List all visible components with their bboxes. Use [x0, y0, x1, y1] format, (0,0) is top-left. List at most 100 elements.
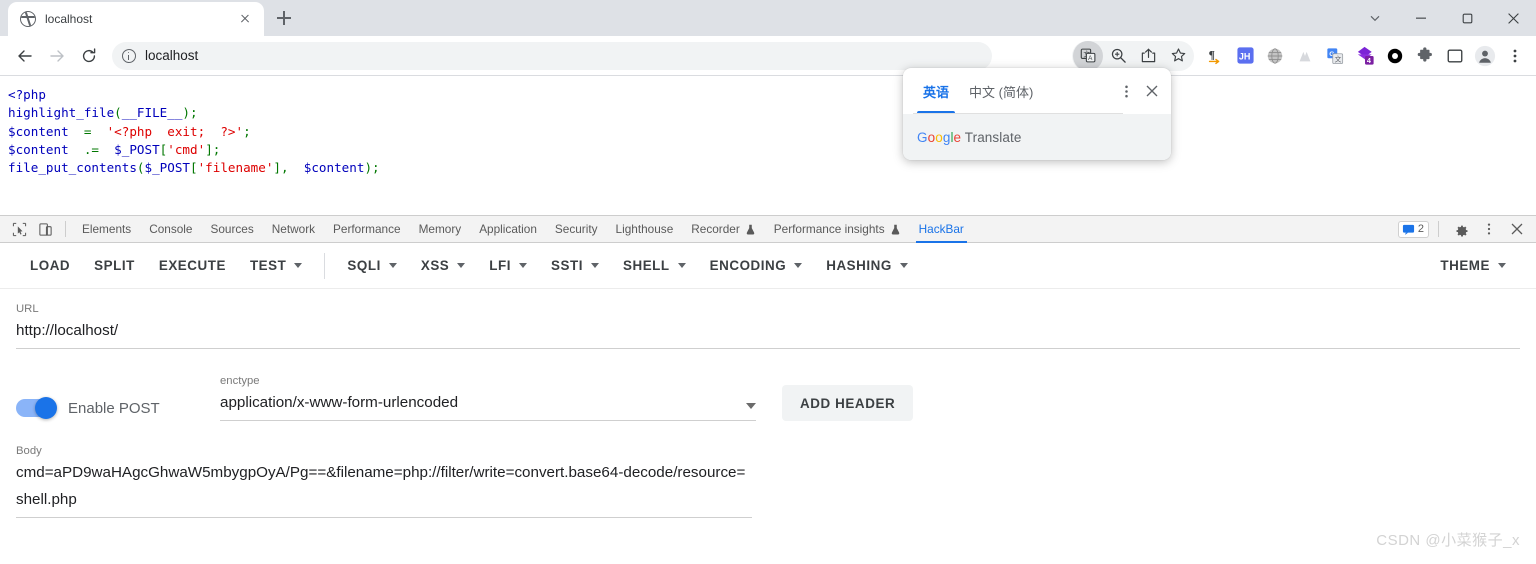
side-panel-icon[interactable]: [1440, 41, 1470, 71]
php-token: $content: [8, 123, 69, 139]
maximize-icon[interactable]: [1444, 0, 1490, 36]
hackbar-theme-button[interactable]: THEME: [1428, 249, 1518, 283]
share-icon[interactable]: [1133, 41, 1163, 71]
hackbar-ssti-button[interactable]: SSTI: [539, 249, 611, 283]
toolbar-divider: [65, 221, 66, 237]
devtools-tab-recorder[interactable]: Recorder: [682, 216, 765, 243]
site-info-icon[interactable]: [122, 48, 136, 63]
hackbar-sqli-button[interactable]: SQLI: [335, 249, 408, 283]
translate-tab-english[interactable]: 英语: [913, 68, 959, 114]
hackbar-split-button[interactable]: SPLIT: [82, 249, 147, 283]
translate-close-icon[interactable]: [1139, 78, 1165, 104]
php-token: (: [114, 105, 122, 121]
hackbar-form: URL http://localhost/ Enable POST enctyp…: [0, 289, 1536, 518]
php-token: <?php: [8, 87, 46, 102]
hackbar-encoding-button[interactable]: ENCODING: [698, 249, 815, 283]
toggle-knob: [35, 397, 57, 419]
profile-avatar-icon[interactable]: [1470, 41, 1500, 71]
extension-mountain-icon[interactable]: [1290, 41, 1320, 71]
enctype-select[interactable]: application/x-www-form-urlencoded: [220, 389, 756, 421]
extension-globe-gray-icon[interactable]: [1260, 41, 1290, 71]
extensions-puzzle-icon[interactable]: [1410, 41, 1440, 71]
url-input[interactable]: http://localhost/: [16, 317, 1520, 349]
devtools-tab-sources[interactable]: Sources: [201, 216, 262, 243]
tab-search-icon[interactable]: [1352, 0, 1398, 36]
hackbar-button-label: HASHING: [826, 258, 892, 273]
translate-icon[interactable]: 文 A: [1073, 40, 1103, 71]
minimize-icon[interactable]: [1398, 0, 1444, 36]
enable-post-toggle[interactable]: [16, 397, 57, 419]
devtools-tab-memory[interactable]: Memory: [410, 216, 471, 243]
hackbar-test-button[interactable]: TEST: [238, 249, 314, 283]
php-token: ): [364, 160, 373, 176]
webpage-content: <?php highlight_file(__FILE__); $content =…: [0, 76, 1536, 215]
bookmark-star-icon[interactable]: [1163, 41, 1193, 71]
window-close-icon[interactable]: [1490, 0, 1536, 36]
extension-purple-diamond-icon[interactable]: 4: [1350, 41, 1380, 71]
devtools-tab-label: Sources: [210, 222, 254, 236]
php-source-line: $content = '<?php exit; ?>';: [8, 123, 1536, 141]
hackbar-button-label: LOAD: [30, 258, 71, 273]
extension-translate-blue-icon[interactable]: G 文: [1320, 41, 1350, 71]
devtools-right-controls: 2: [1397, 216, 1536, 242]
devtools-tab-security[interactable]: Security: [546, 216, 607, 243]
devtools-tab-label: Network: [271, 222, 316, 236]
devtools-tab-application[interactable]: Application: [470, 216, 546, 243]
hackbar-hashing-button[interactable]: HASHING: [814, 249, 920, 283]
zoom-icon[interactable]: [1103, 41, 1133, 71]
hackbar-lfi-button[interactable]: LFI: [477, 249, 539, 283]
php-token: ;: [243, 123, 251, 139]
php-token: $_POST: [144, 160, 191, 176]
message-count-badge[interactable]: 2: [1397, 220, 1429, 238]
devtools-tab-hackbar[interactable]: HackBar: [910, 216, 973, 243]
devtools-tab-lighthouse[interactable]: Lighthouse: [607, 216, 683, 243]
php-token: file_put_contents: [8, 160, 137, 176]
toolbar-icons: 文 A ¶ JH: [1072, 40, 1530, 71]
hackbar-load-button[interactable]: LOAD: [18, 249, 82, 283]
add-header-button[interactable]: ADD HEADER: [782, 385, 914, 421]
hackbar-button-label: TEST: [249, 258, 287, 273]
body-input[interactable]: cmd=aPD9waHAgcGhwaW5mbygpOyA/Pg==&filena…: [16, 459, 752, 518]
php-token: 'filename': [197, 160, 274, 176]
hackbar-button-label: SSTI: [551, 258, 583, 273]
devtools-tab-network[interactable]: Network: [263, 216, 324, 243]
devtools-tab-performance-insights[interactable]: Performance insights: [765, 216, 910, 243]
extension-paragraph-icon[interactable]: ¶: [1200, 41, 1230, 71]
device-toolbar-icon[interactable]: [32, 216, 58, 242]
devtools-kebab-menu-icon[interactable]: [1476, 216, 1502, 242]
address-bar[interactable]: localhost: [112, 41, 992, 70]
experiment-flask-icon: [745, 224, 756, 235]
devtools-tab-console[interactable]: Console: [140, 216, 201, 243]
devtools-tab-elements[interactable]: Elements: [73, 216, 140, 243]
chevron-down-icon: [794, 263, 803, 268]
tab-close-icon[interactable]: [236, 10, 254, 28]
php-source-listing: <?php highlight_file(__FILE__); $content =…: [8, 86, 1536, 177]
devtools-tab-performance[interactable]: Performance: [324, 216, 410, 243]
browser-menu-icon[interactable]: [1500, 41, 1530, 71]
browser-tab-localhost[interactable]: localhost: [8, 2, 264, 36]
hackbar-shell-button[interactable]: SHELL: [611, 249, 698, 283]
translate-tab-chinese[interactable]: 中文 (简体): [959, 68, 1043, 114]
svg-text:¶: ¶: [1209, 47, 1215, 61]
chevron-down-icon: [899, 263, 908, 268]
new-tab-button[interactable]: [270, 4, 298, 32]
translate-kebab-menu-icon[interactable]: [1113, 78, 1139, 104]
reload-icon[interactable]: [74, 41, 104, 71]
tab-strip: localhost: [0, 0, 298, 36]
message-icon: [1402, 224, 1414, 235]
inspect-element-icon[interactable]: [6, 216, 32, 242]
back-icon[interactable]: [10, 41, 40, 71]
settings-gear-icon[interactable]: [1448, 216, 1474, 242]
globe-icon: [20, 11, 36, 27]
chevron-down-icon: [591, 263, 599, 268]
extension-ring-icon[interactable]: [1380, 41, 1410, 71]
devtools-close-icon[interactable]: [1504, 216, 1530, 242]
hackbar-toolbar-divider: [324, 252, 326, 279]
devtools-tab-label: Elements: [82, 222, 132, 236]
devtools-tab-label: HackBar: [918, 222, 964, 236]
php-token: .=: [68, 141, 115, 157]
hackbar-execute-button[interactable]: EXECUTE: [147, 249, 238, 283]
browser-toolbar: localhost 文 A ¶: [0, 36, 1536, 76]
extension-jh-icon[interactable]: JH: [1230, 41, 1260, 71]
hackbar-xss-button[interactable]: XSS: [409, 249, 477, 283]
